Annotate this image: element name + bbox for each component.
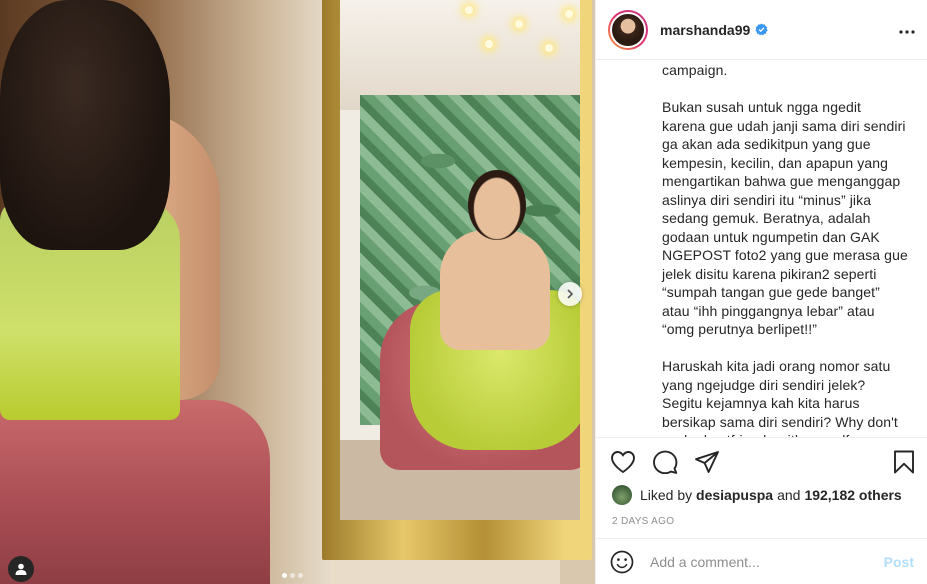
photo-foreground-person xyxy=(0,0,270,584)
post-side-panel: marshanda99 campaign. Bukan susah untuk … xyxy=(595,0,927,584)
avatar-story-ring[interactable] xyxy=(608,9,648,50)
post-comment-button[interactable]: Post xyxy=(884,554,914,570)
liker-avatar[interactable] xyxy=(612,485,632,505)
mirror-figure-head xyxy=(468,170,526,240)
more-options-button[interactable] xyxy=(899,18,915,39)
share-icon[interactable] xyxy=(694,450,720,474)
caption-paragraph: Bukan susah untuk ngga ngedit karena gue… xyxy=(662,99,908,337)
heart-icon[interactable] xyxy=(610,450,636,474)
carousel-dot xyxy=(298,573,303,578)
bookmark-icon xyxy=(894,450,914,474)
post-timestamp[interactable]: 2 DAYS AGO xyxy=(612,516,674,527)
avatar[interactable] xyxy=(610,11,646,48)
comment-icon[interactable] xyxy=(652,450,678,474)
comment-bar: Add a comment... Post xyxy=(596,538,927,584)
carousel-next-button[interactable] xyxy=(558,282,582,306)
username-link[interactable]: marshanda99 xyxy=(660,22,750,38)
post-caption: campaign. Bukan susah untuk ngga ngedit … xyxy=(596,61,927,437)
post-header: marshanda99 xyxy=(596,0,927,60)
photo-mirror xyxy=(340,0,580,520)
post-photo[interactable] xyxy=(0,0,595,584)
emoji-icon[interactable] xyxy=(610,550,634,574)
mirror-figure-body xyxy=(440,230,550,350)
tagged-users-button[interactable] xyxy=(8,556,34,582)
caption-paragraph: campaign. xyxy=(662,62,728,78)
post-actions xyxy=(610,450,720,474)
verified-badge-icon xyxy=(755,23,768,36)
carousel-dot xyxy=(290,573,295,578)
carousel-indicator xyxy=(282,573,303,578)
likes-summary: Liked by desiapuspa and 192,182 others xyxy=(612,485,902,505)
likes-prefix: Liked by xyxy=(640,487,693,503)
more-icon xyxy=(899,30,915,34)
fg-hair xyxy=(0,0,170,250)
user-icon xyxy=(15,563,27,575)
likes-conjunction: and xyxy=(777,487,801,503)
caption-paragraph: Haruskah kita jadi orang nomor satu yang… xyxy=(662,358,898,437)
divider xyxy=(596,437,927,438)
carousel-dot xyxy=(282,573,287,578)
liker-username-link[interactable]: desiapuspa xyxy=(696,487,773,503)
save-button[interactable] xyxy=(893,450,915,474)
likes-count-link[interactable]: 192,182 others xyxy=(804,487,901,503)
fg-chair xyxy=(0,400,270,584)
photo-lamp xyxy=(465,0,595,60)
chevron-right-icon xyxy=(567,289,574,299)
comment-input[interactable]: Add a comment... xyxy=(650,554,884,570)
